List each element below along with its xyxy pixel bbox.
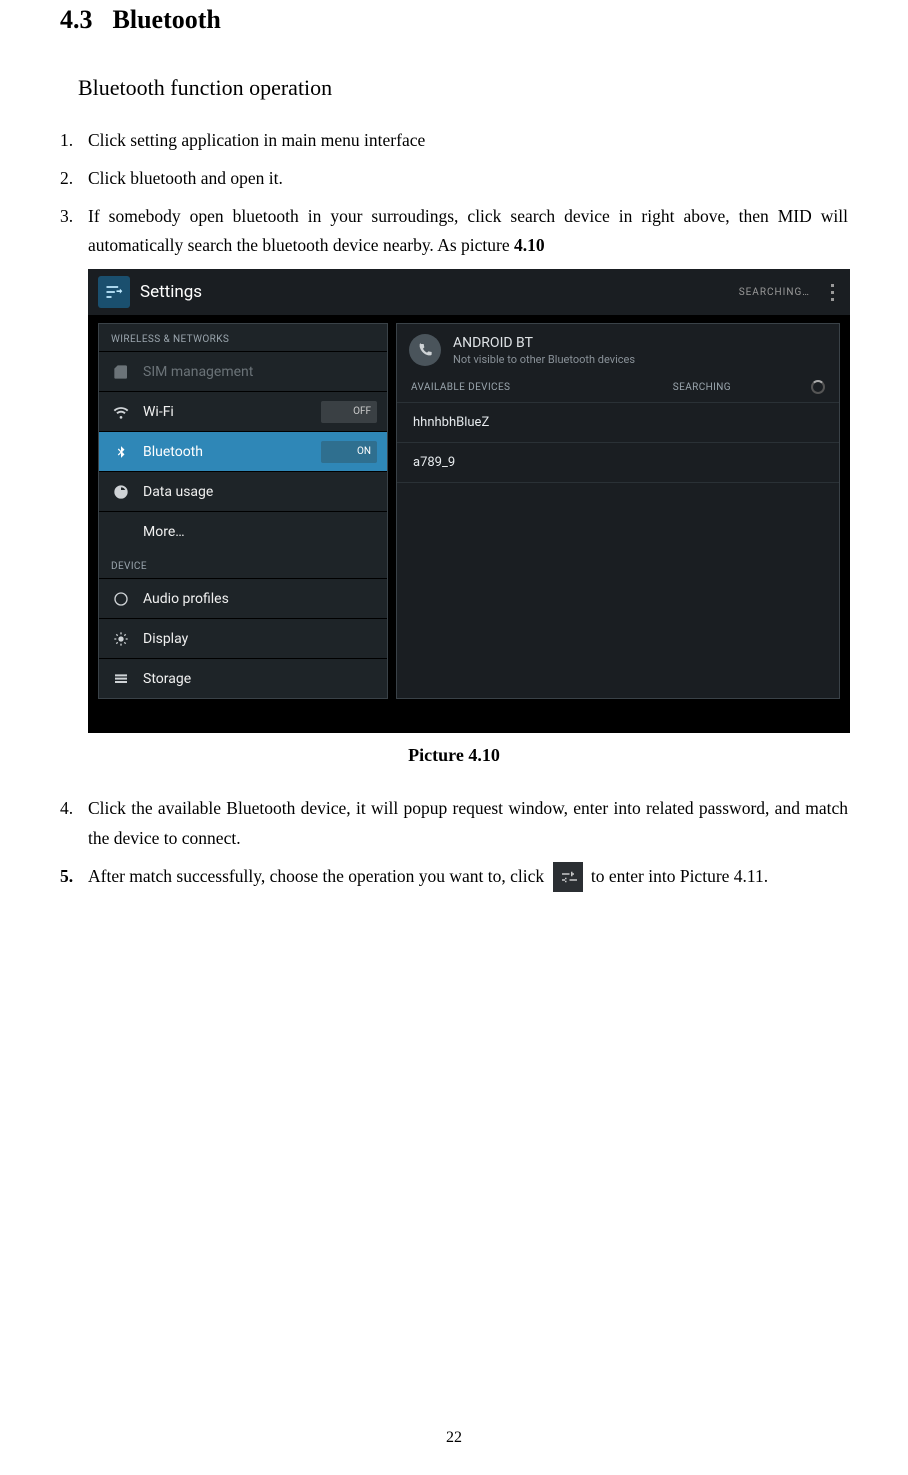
data-usage-icon	[109, 484, 133, 500]
storage-icon	[109, 671, 133, 687]
section-number: 4.3	[60, 5, 93, 34]
phone-icon	[409, 334, 441, 366]
step-text: Click setting application in main menu i…	[82, 126, 848, 156]
nav-bar	[88, 709, 850, 733]
bt-device-name: ANDROID BT	[453, 335, 635, 351]
bt-visibility-sub: Not visible to other Bluetooth devices	[453, 353, 635, 366]
settings-right-panel: ANDROID BT Not visible to other Bluetoot…	[396, 323, 840, 699]
sidebar-item-audio[interactable]: Audio profiles	[99, 578, 387, 618]
step-text: After match successfully, choose the ope…	[82, 862, 848, 893]
audio-icon	[109, 591, 133, 607]
step-text: If somebody open bluetooth in your surro…	[82, 202, 848, 262]
sidebar-item-storage[interactable]: Storage	[99, 658, 387, 698]
available-devices-header: AVAILABLE DEVICES SEARCHING	[397, 374, 839, 403]
step-5: 5. After match successfully, choose the …	[60, 862, 848, 893]
display-icon	[109, 631, 133, 647]
wifi-icon	[109, 404, 133, 420]
sidebar-item-more[interactable]: More…	[99, 511, 387, 551]
action-bar-title: Settings	[140, 282, 202, 302]
picture-ref: 4.10	[514, 235, 545, 255]
settings-sliders-icon	[553, 862, 583, 892]
category-wireless: WIRELESS & NETWORKS	[99, 324, 387, 351]
step-text: Click bluetooth and open it.	[82, 164, 848, 194]
subsection-heading: Bluetooth function operation	[78, 75, 848, 101]
step-2: 2. Click bluetooth and open it.	[60, 164, 848, 194]
this-device-row[interactable]: ANDROID BT Not visible to other Bluetoot…	[397, 324, 839, 374]
step-1: 1. Click setting application in main men…	[60, 126, 848, 156]
bt-device-row[interactable]: a789_9	[397, 443, 839, 483]
sim-icon	[109, 364, 133, 380]
sidebar-item-display[interactable]: Display	[99, 618, 387, 658]
page-number: 22	[0, 1429, 908, 1447]
bluetooth-toggle[interactable]: ON	[321, 441, 377, 463]
android-settings-screenshot: Settings SEARCHING… WIRELESS & NETWORKS …	[88, 269, 850, 733]
sidebar-item-sim[interactable]: SIM management	[99, 351, 387, 391]
step-text: Click the available Bluetooth device, it…	[82, 794, 848, 854]
steps-list-cont: 4. Click the available Bluetooth device,…	[60, 794, 848, 892]
bluetooth-icon	[109, 444, 133, 460]
document-page: 4.3 Bluetooth Bluetooth function operatio…	[0, 0, 908, 1475]
figure-caption: Picture 4.10	[60, 745, 848, 766]
step-number: 5.	[60, 862, 82, 893]
section-title: Bluetooth	[113, 5, 221, 34]
action-bar: Settings SEARCHING…	[88, 269, 850, 315]
steps-list: 1. Click setting application in main men…	[60, 126, 848, 261]
progress-spinner-icon	[811, 380, 825, 394]
step-number: 3.	[60, 202, 82, 262]
step-number: 4.	[60, 794, 82, 854]
wifi-toggle[interactable]: OFF	[321, 401, 377, 423]
step-3: 3. If somebody open bluetooth in your su…	[60, 202, 848, 262]
step-number: 2.	[60, 164, 82, 194]
searching-label: SEARCHING…	[739, 287, 810, 298]
settings-app-icon	[98, 276, 130, 308]
sidebar-item-data-usage[interactable]: Data usage	[99, 471, 387, 511]
bt-device-row[interactable]: hhnhbhBlueZ	[397, 403, 839, 443]
step-4: 4. Click the available Bluetooth device,…	[60, 794, 848, 854]
step-number: 1.	[60, 126, 82, 156]
overflow-menu-icon[interactable]	[824, 284, 840, 301]
sidebar-item-bluetooth[interactable]: Bluetooth ON	[99, 431, 387, 471]
sidebar-item-wifi[interactable]: Wi-Fi OFF	[99, 391, 387, 431]
section-heading: 4.3 Bluetooth	[60, 0, 848, 35]
settings-left-panel: WIRELESS & NETWORKS SIM management Wi-Fi…	[98, 323, 388, 699]
category-device: DEVICE	[99, 551, 387, 578]
